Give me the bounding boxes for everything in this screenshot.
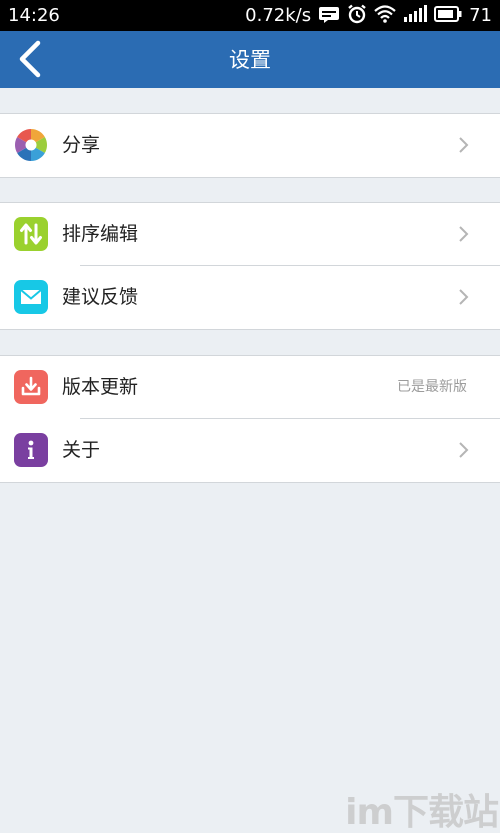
watermark: im下载站 xyxy=(345,792,499,833)
download-icon xyxy=(14,370,48,404)
battery-icon xyxy=(434,6,462,26)
sort-edit-row[interactable]: 排序编辑 xyxy=(0,203,500,266)
page-title: 设置 xyxy=(229,48,271,72)
info-icon xyxy=(14,433,48,467)
share-row[interactable]: 分享 xyxy=(0,114,500,177)
alarm-icon xyxy=(347,4,367,28)
status-bar: 14:26 0.72k/s 71 xyxy=(0,0,500,31)
share-icon xyxy=(14,128,48,162)
sort-edit-label: 排序编辑 xyxy=(62,223,139,245)
settings-group-share: 分享 xyxy=(0,113,500,178)
chevron-right-icon xyxy=(458,136,470,154)
network-speed: 0.72k/s xyxy=(245,5,312,26)
settings-group-app: 版本更新 已是最新版 关于 xyxy=(0,355,500,483)
mail-icon xyxy=(14,280,48,314)
sort-icon xyxy=(14,217,48,251)
version-status-text: 已是最新版 xyxy=(397,379,467,395)
settings-group-edit: 排序编辑 建议反馈 xyxy=(0,202,500,330)
status-time: 14:26 xyxy=(8,5,60,26)
signal-icon xyxy=(403,5,428,27)
chevron-right-icon xyxy=(458,225,470,243)
status-indicators: 0.72k/s 71 xyxy=(245,4,492,28)
message-icon xyxy=(318,5,340,27)
version-update-label: 版本更新 xyxy=(62,376,139,398)
about-row[interactable]: 关于 xyxy=(0,419,500,482)
battery-level: 71 xyxy=(469,5,492,26)
app-bar: 设置 xyxy=(0,31,500,88)
feedback-label: 建议反馈 xyxy=(62,286,139,308)
about-label: 关于 xyxy=(62,439,101,461)
wifi-icon xyxy=(374,5,396,27)
feedback-row[interactable]: 建议反馈 xyxy=(0,266,500,329)
chevron-right-icon xyxy=(458,441,470,459)
chevron-right-icon xyxy=(458,288,470,306)
version-update-row[interactable]: 版本更新 已是最新版 xyxy=(0,356,500,419)
share-label: 分享 xyxy=(62,134,101,156)
